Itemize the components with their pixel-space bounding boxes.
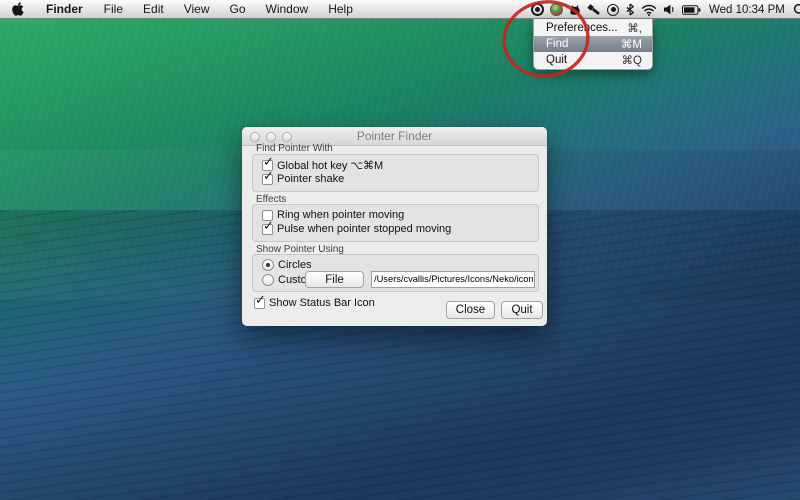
target-status-icon[interactable] [607,0,619,19]
wifi-icon[interactable] [641,0,657,19]
menu-bar: Finder File Edit View Go Window Help [0,0,800,19]
close-button[interactable]: Close [446,301,495,319]
checkbox-row-pointer-shake: Pointer shake [262,172,344,186]
show-status-bar-icon-label: Show Status Bar Icon [269,297,375,309]
menu-item-finder[interactable]: Finder [35,0,94,19]
show-status-bar-icon-checkbox[interactable] [254,298,265,309]
volume-icon[interactable] [663,0,676,19]
pulse-when-stopped-label: Pulse when pointer stopped moving [277,223,451,235]
pointer-shake-checkbox[interactable] [262,174,273,185]
group-label-find-pointer-with: Find Pointer With [256,143,333,154]
menu-item-find-label: Find [546,38,568,50]
checkbox-row-show-status-bar-icon: Show Status Bar Icon [254,296,375,310]
pointer-shake-label: Pointer shake [277,173,344,185]
pointer-finder-status-icon[interactable] [531,0,544,19]
menu-item-edit[interactable]: Edit [133,0,174,19]
battery-icon[interactable] [682,0,701,19]
menu-bar-status-area: Wed 10:34 PM [531,0,800,19]
menu-item-go[interactable]: Go [220,0,256,19]
menu-item-window[interactable]: Window [256,0,319,19]
checkbox-row-global-hot-key: Global hot key ⌥⌘M [262,158,383,172]
custom-icon-path-field[interactable]: /Users/cvallis/Pictures/Icons/Neko/icon2 [371,271,535,288]
bluetooth-icon[interactable] [625,0,635,19]
globe-status-icon[interactable] [550,0,563,19]
radio-row-circles: Circles [262,258,312,272]
menu-bar-clock[interactable]: Wed 10:34 PM [707,4,787,16]
circles-label: Circles [278,259,312,271]
global-hot-key-label: Global hot key ⌥⌘M [277,159,383,172]
pointer-finder-window: Pointer Finder Find Pointer With Global … [242,127,547,326]
status-dropdown-menu: Preferences... ⌘, Find ⌘M Quit ⌘Q [533,19,653,70]
apple-icon [12,2,24,16]
menu-item-find[interactable]: Find ⌘M [534,36,652,52]
circles-radio[interactable] [262,259,274,271]
pulse-when-stopped-checkbox[interactable] [262,224,273,235]
menu-item-preferences[interactable]: Preferences... ⌘, [534,20,652,36]
quit-button[interactable]: Quit [501,301,543,319]
checkbox-row-ring-when-moving: Ring when pointer moving [262,208,404,222]
apple-menu[interactable] [0,0,35,18]
menu-item-view[interactable]: View [174,0,220,19]
ring-when-moving-label: Ring when pointer moving [277,209,404,221]
menu-bar-left: Finder File Edit View Go Window Help [0,0,363,18]
menu-item-quit-label: Quit [546,54,567,66]
menu-item-preferences-label: Preferences... [546,22,618,34]
menu-item-preferences-shortcut: ⌘, [627,21,642,35]
flashlight-status-icon[interactable] [587,0,601,19]
custom-radio[interactable] [262,274,274,286]
checkbox-row-pulse-when-stopped: Pulse when pointer stopped moving [262,222,451,236]
spotlight-icon[interactable] [793,0,800,19]
menu-item-quit[interactable]: Quit ⌘Q [534,52,652,68]
menu-item-quit-shortcut: ⌘Q [622,53,642,67]
file-button[interactable]: File [305,271,364,288]
menu-item-help[interactable]: Help [318,0,363,19]
cat-status-icon[interactable] [569,0,581,19]
menu-item-file[interactable]: File [94,0,133,19]
menu-item-find-shortcut: ⌘M [621,37,642,51]
